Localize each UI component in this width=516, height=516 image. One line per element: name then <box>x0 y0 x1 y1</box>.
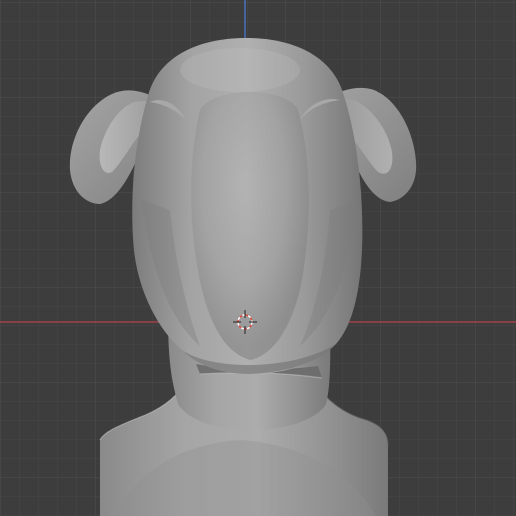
3d-viewport[interactable] <box>0 0 516 516</box>
viewport-canvas[interactable] <box>0 0 516 516</box>
